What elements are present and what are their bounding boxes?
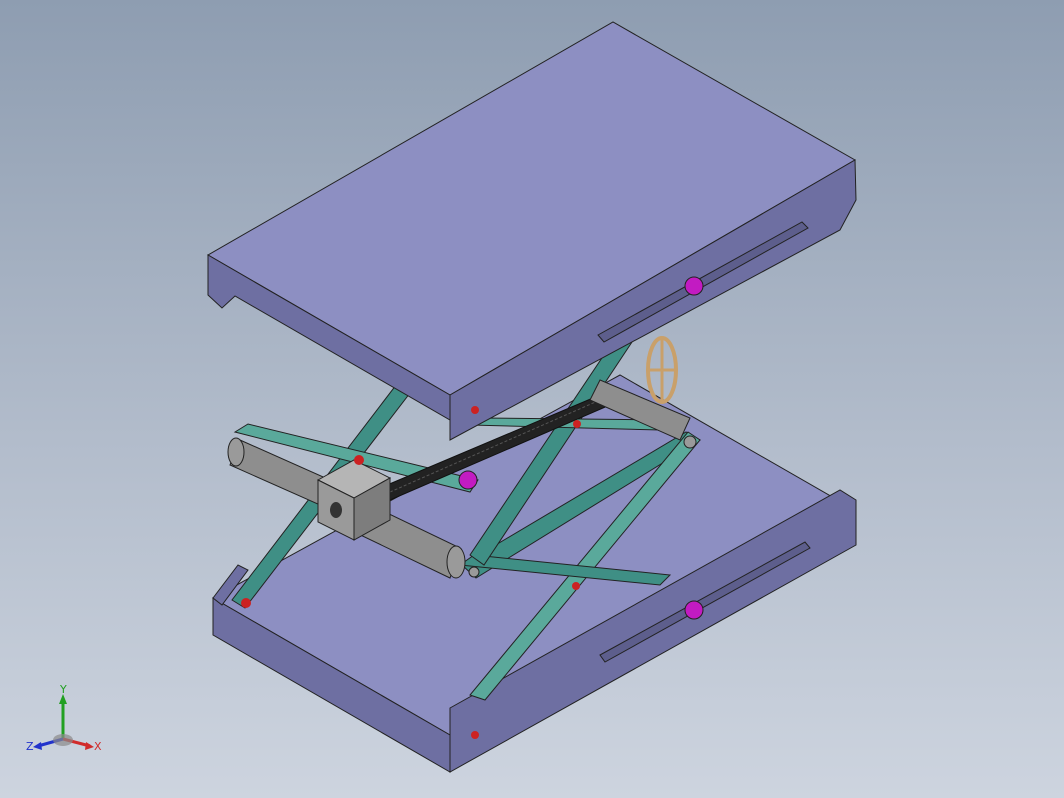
pin <box>354 455 364 465</box>
pin <box>683 435 697 449</box>
coordinate-triad: Y X Z <box>26 684 102 753</box>
knob[interactable] <box>684 600 704 620</box>
pin <box>241 598 251 608</box>
scissor-lift-model[interactable] <box>0 0 1064 798</box>
x-axis-label: X <box>94 740 102 753</box>
top-plate[interactable] <box>206 21 857 441</box>
knob[interactable] <box>684 276 704 296</box>
pin <box>468 566 480 578</box>
pin <box>573 420 581 428</box>
graphics-viewport[interactable]: Y X Z <box>0 0 1064 798</box>
hand-wheel[interactable] <box>646 336 678 404</box>
z-axis-label: Z <box>26 740 34 753</box>
y-axis-label: Y <box>59 684 67 696</box>
knob[interactable] <box>458 470 478 490</box>
pin <box>471 406 479 414</box>
pin <box>572 582 580 590</box>
pin <box>471 731 479 739</box>
